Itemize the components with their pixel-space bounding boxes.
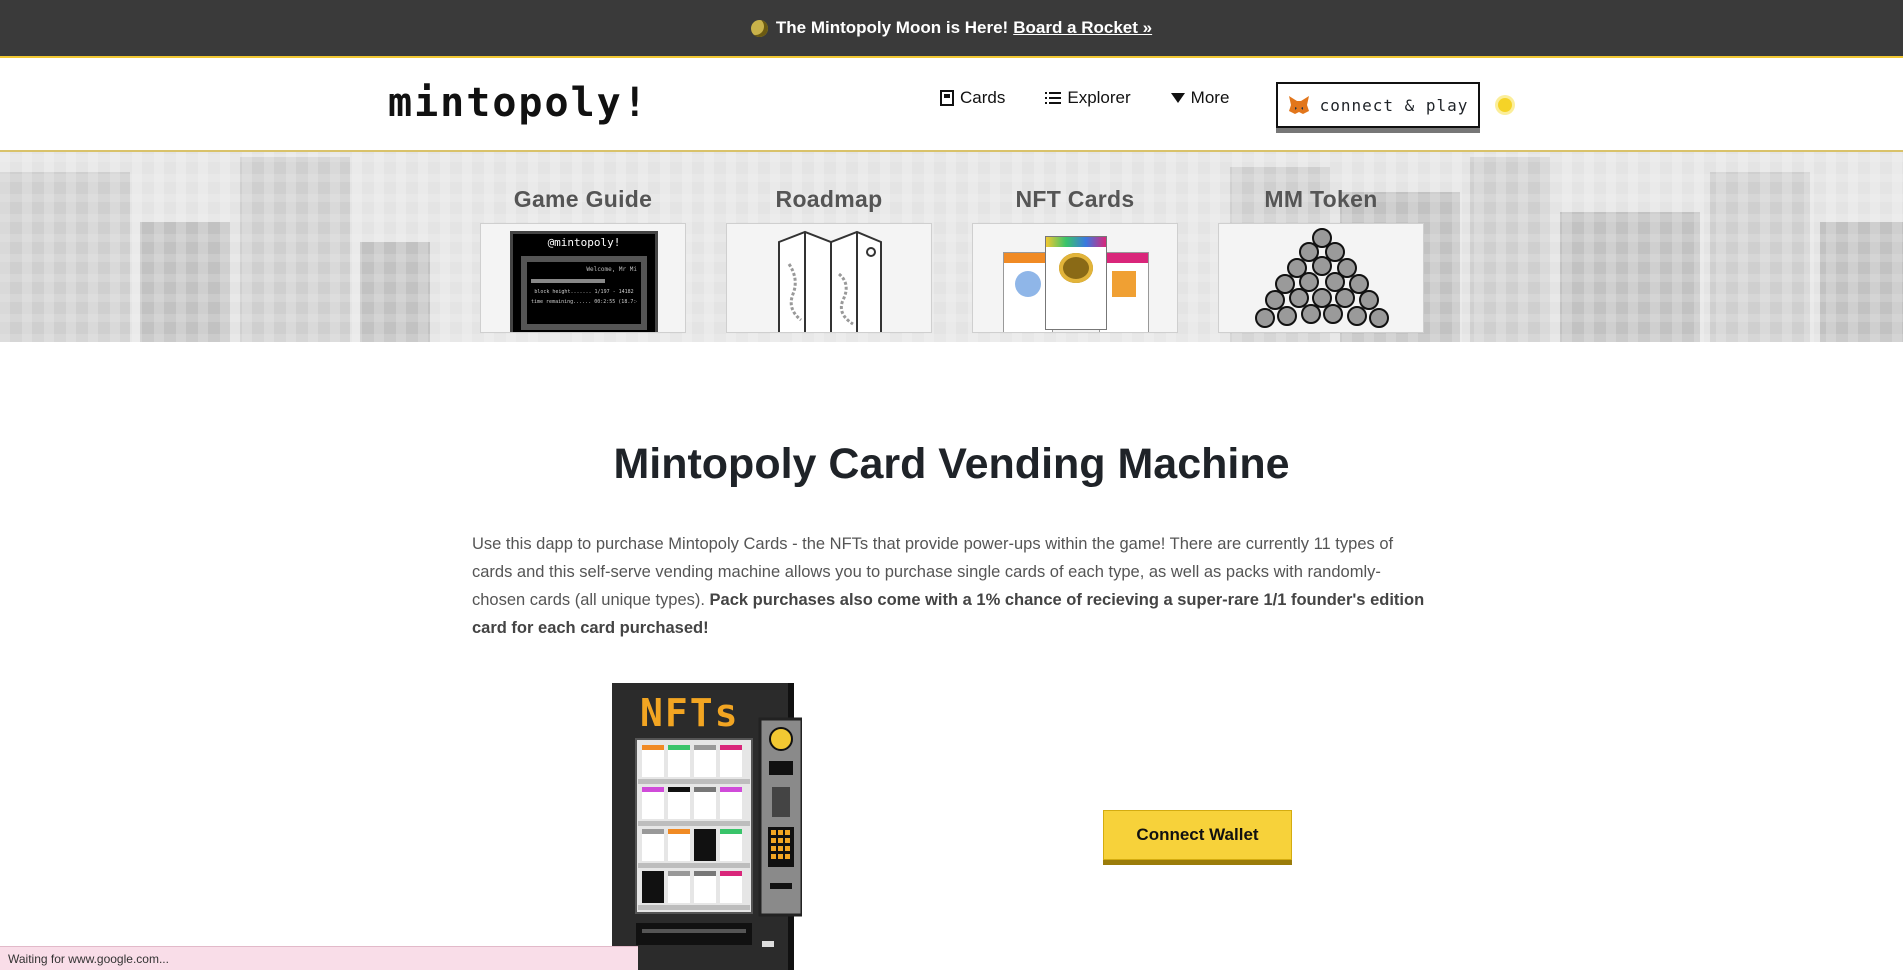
roadmap-image[interactable] bbox=[726, 223, 932, 333]
guide-handle: @mintopoly! bbox=[547, 236, 621, 249]
vending-machine-image: NFTs bbox=[612, 683, 804, 970]
caret-down-icon bbox=[1170, 93, 1185, 103]
moon-icon bbox=[750, 19, 768, 37]
announcement-text: The Mintopoly Moon is Here! bbox=[775, 18, 1009, 37]
connect-play-label: connect & play bbox=[1319, 95, 1469, 115]
guide-row-1: block height....... 1/197 - 14182 bbox=[534, 289, 634, 295]
hero-card-game-guide[interactable]: Game Guide @mintopoly! Welcome, Mr Mi bl… bbox=[480, 186, 686, 333]
site-header: mintopoly! Cards Explorer More connect &… bbox=[0, 56, 1903, 152]
main-nav: Cards Explorer More bbox=[940, 88, 1229, 108]
hero-card-roadmap[interactable]: Roadmap bbox=[726, 186, 932, 333]
game-guide-image[interactable]: @mintopoly! Welcome, Mr Mi block height.… bbox=[480, 223, 686, 333]
hero-card-nft-cards[interactable]: NFT Cards bbox=[972, 186, 1178, 333]
hero-card-title: NFT Cards bbox=[1015, 186, 1135, 212]
board-rocket-link[interactable]: Board a Rocket » bbox=[1013, 18, 1152, 38]
announcement-bar: The Mintopoly Moon is Here! Board a Rock… bbox=[0, 0, 1903, 56]
nav-explorer[interactable]: Explorer bbox=[1045, 88, 1131, 108]
page-title: Mintopoly Card Vending Machine bbox=[613, 440, 1290, 488]
nav-more[interactable]: More bbox=[1170, 88, 1230, 108]
guide-greeting: Welcome, Mr Mi bbox=[586, 266, 637, 273]
hero-card-title: Roadmap bbox=[775, 186, 883, 212]
guide-row-2: time remaining...... 00:2:55 (18.7:4) ds bbox=[531, 299, 637, 305]
nav-explorer-label: Explorer bbox=[1067, 88, 1131, 107]
nav-more-label: More bbox=[1190, 88, 1230, 107]
hero-card-title: Game Guide bbox=[513, 186, 653, 212]
nav-cards-label: Cards bbox=[960, 88, 1006, 107]
connect-play-button[interactable]: connect & play bbox=[1276, 82, 1480, 128]
sun-icon[interactable] bbox=[1498, 98, 1512, 112]
metamask-fox-icon bbox=[1288, 96, 1309, 114]
nav-cards[interactable]: Cards bbox=[940, 88, 1005, 108]
nft-cards-image[interactable] bbox=[972, 223, 1178, 333]
intro-paragraph: Use this dapp to purchase Mintopoly Card… bbox=[472, 530, 1432, 642]
list-icon bbox=[1045, 92, 1062, 104]
coin-pile-icon bbox=[1255, 228, 1389, 328]
vending-machine-label: NFTs bbox=[640, 691, 740, 735]
hero-card-mm-token[interactable]: MM Token bbox=[1218, 186, 1424, 333]
card-icon bbox=[940, 90, 954, 106]
mm-token-image[interactable] bbox=[1218, 223, 1424, 333]
map-icon bbox=[778, 230, 882, 332]
hero-banner: Game Guide @mintopoly! Welcome, Mr Mi bl… bbox=[0, 152, 1903, 342]
connect-wallet-button[interactable]: Connect Wallet bbox=[1103, 810, 1292, 860]
browser-status-bar: Waiting for www.google.com... bbox=[0, 946, 638, 970]
hero-card-title: MM Token bbox=[1264, 186, 1378, 212]
site-logo[interactable]: mintopoly! bbox=[388, 80, 649, 126]
